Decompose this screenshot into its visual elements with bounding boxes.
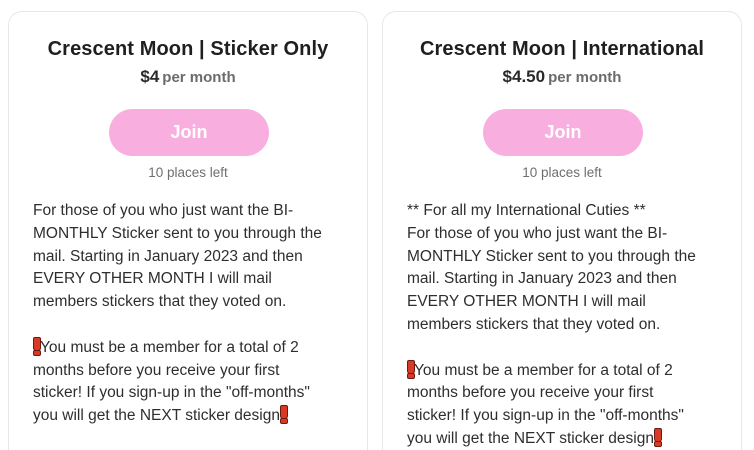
description-note: You must be a member for a total of 2 mo…	[407, 359, 727, 450]
description-body: For those of you who just want the BI- M…	[33, 202, 322, 311]
description-body: For those of you who just want the BI- M…	[407, 224, 696, 333]
description-note: You must be a member for a total of 2 mo…	[33, 336, 353, 428]
price-amount: $4	[140, 67, 160, 86]
price-period: per month	[162, 69, 236, 86]
red-exclamation-icon	[407, 359, 415, 379]
red-exclamation-icon	[653, 427, 662, 447]
description-intro: ** For all my International Cuties **	[407, 202, 646, 219]
red-exclamation-icon	[33, 336, 41, 356]
note-text: You must be a member for a total of 2 mo…	[33, 338, 310, 425]
places-left: 10 places left	[148, 165, 228, 180]
places-left: 10 places left	[522, 165, 602, 180]
tier-price: $4.50 per month	[383, 67, 741, 87]
tier-title: Crescent Moon | International	[419, 38, 705, 60]
tier-description: For those of you who just want the BI- M…	[33, 200, 353, 428]
red-exclamation-icon	[279, 405, 288, 425]
join-button[interactable]: Join	[109, 109, 269, 156]
join-button[interactable]: Join	[483, 109, 643, 156]
tier-card-international: Crescent Moon | International $4.50 per m…	[382, 11, 742, 450]
price-amount: $4.50	[502, 67, 546, 86]
price-period: per month	[548, 69, 622, 86]
tier-card-sticker-only: Crescent Moon | Sticker Only $4 per month…	[8, 11, 368, 450]
tier-description: ** For all my International Cuties ** Fo…	[407, 200, 727, 450]
note-text: You must be a member for a total of 2 mo…	[407, 361, 684, 447]
tier-title: Crescent Moon | Sticker Only	[47, 38, 329, 60]
tier-price: $4 per month	[9, 67, 367, 87]
